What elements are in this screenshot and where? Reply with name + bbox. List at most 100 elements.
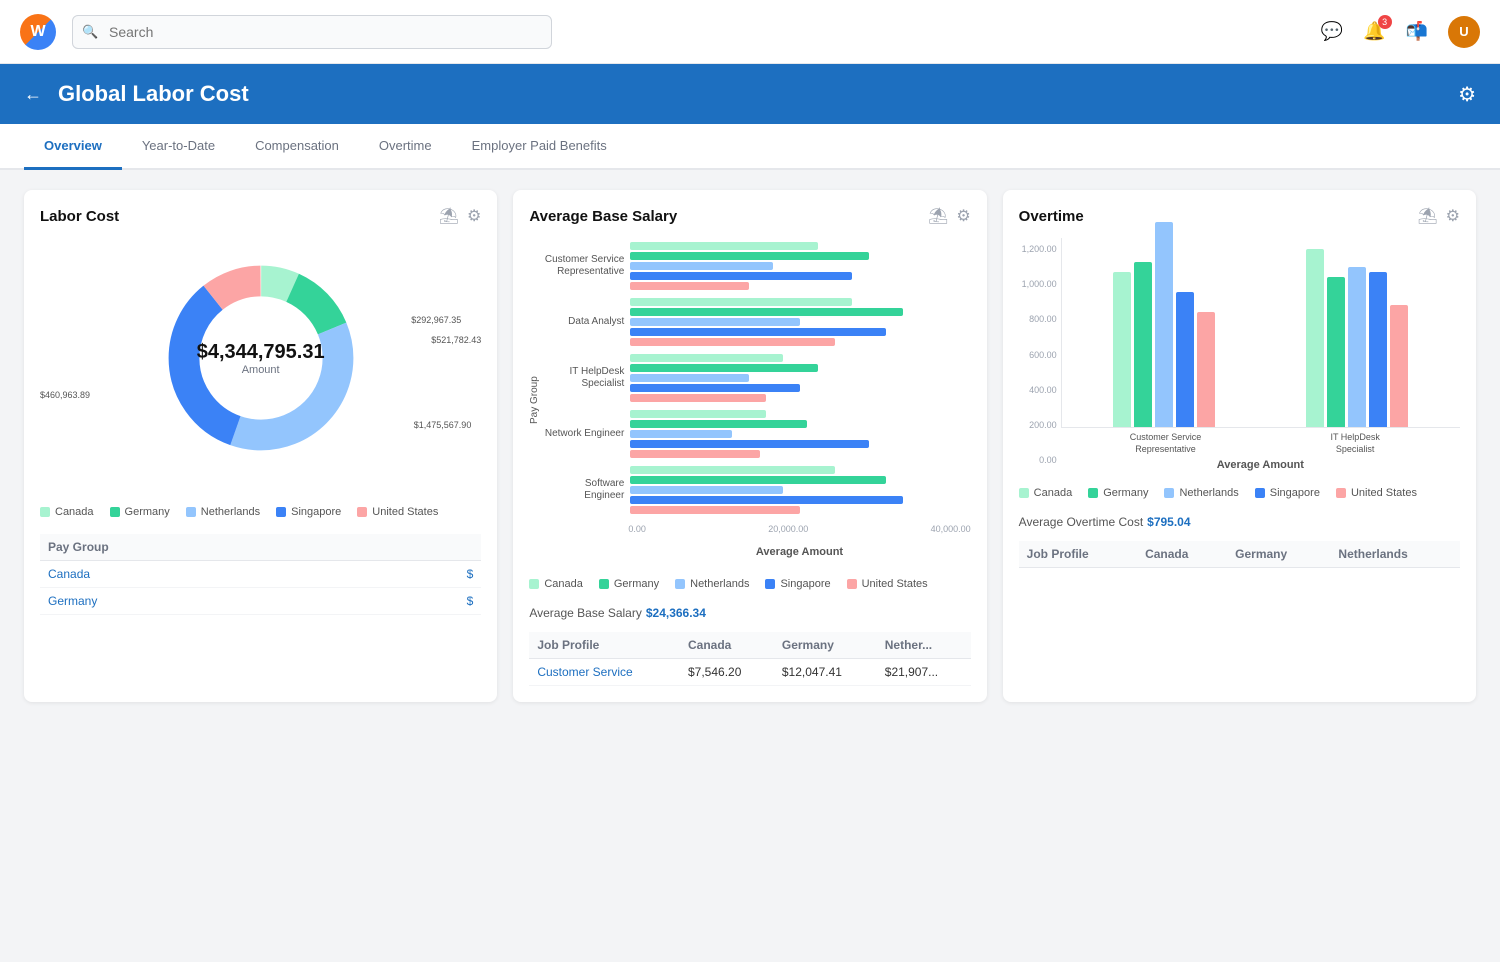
legend-label-canada: Canada xyxy=(55,506,94,518)
page-title: Global Labor Cost xyxy=(58,81,1442,107)
hbar-se-us xyxy=(630,506,800,514)
tab-overtime[interactable]: Overtime xyxy=(359,124,452,170)
hbar-it-nl xyxy=(630,374,749,382)
ll-germany-ot: Germany xyxy=(1103,487,1148,499)
hbar-da-canada xyxy=(630,298,851,306)
labor-cost-header: Labor Cost ⛱ ⚙ xyxy=(40,206,481,226)
search-bar[interactable]: 🔍 xyxy=(72,15,552,49)
avg-salary-actions: ⛱ ⚙ xyxy=(928,206,971,226)
hbar-ne-germany xyxy=(630,420,807,428)
donut-chart-wrap: $4,344,795.31 Amount xyxy=(141,238,381,478)
row-germany-val: $ xyxy=(381,588,482,615)
top-nav: W 🔍 💬 🔔 3 📬 U xyxy=(0,0,1500,64)
ld-germany-sal xyxy=(599,579,609,589)
overtime-stat-value: $795.04 xyxy=(1147,515,1190,529)
row-germany[interactable]: Germany xyxy=(40,588,381,615)
notification-badge: 3 xyxy=(1378,15,1392,29)
hbar-ne-canada xyxy=(630,410,766,418)
search-input[interactable] xyxy=(72,15,552,49)
hbar-ne-nl xyxy=(630,430,732,438)
overtime-stat: Average Overtime Cost $795.04 xyxy=(1019,515,1460,529)
vbar-label-it: IT HelpDesk Specialist xyxy=(1310,432,1400,455)
header-settings-icon[interactable]: ⚙ xyxy=(1458,82,1476,107)
legend-dot-netherlands xyxy=(186,507,196,517)
overtime-header: Overtime ⛱ ⚙ xyxy=(1019,206,1460,226)
table-header-paygroup: Pay Group xyxy=(40,534,381,561)
hbar-chart-area: Pay Group Customer Service Representativ… xyxy=(529,238,970,562)
search-icon: 🔍 xyxy=(82,24,98,40)
hbar-chart: Customer Service Representative Data Ana… xyxy=(544,238,970,562)
vbar-it-germany xyxy=(1327,277,1345,427)
vbar-csr-germany xyxy=(1134,262,1152,427)
td-cust-profile[interactable]: Customer Service xyxy=(529,659,680,686)
vbar-x-labels: Customer Service Representative IT HelpD… xyxy=(1061,432,1460,455)
hbar-label-it: IT HelpDesk Specialist xyxy=(544,366,624,390)
y-axis-label-overtime: 1,200.00 1,000.00 800.00 600.00 400.00 2… xyxy=(1019,238,1057,471)
legend-label-netherlands: Netherlands xyxy=(201,506,260,518)
hbar-row-it: IT HelpDesk Specialist xyxy=(544,354,970,402)
tab-compensation[interactable]: Compensation xyxy=(235,124,359,170)
tab-overview[interactable]: Overview xyxy=(24,124,122,170)
inbox-icon[interactable]: 📬 xyxy=(1406,21,1428,42)
hbar-ne-us xyxy=(630,450,759,458)
overtime-x-axis-label: Average Amount xyxy=(1061,459,1460,471)
settings-icon-salary[interactable]: ⚙ xyxy=(956,206,970,226)
hbar-se-germany xyxy=(630,476,885,484)
vbar-csr-canada xyxy=(1113,272,1131,427)
tab-year-to-date[interactable]: Year-to-Date xyxy=(122,124,235,170)
hbar-it-canada xyxy=(630,354,783,362)
legend-singapore: Singapore xyxy=(276,506,341,518)
hbar-da-sg xyxy=(630,328,885,336)
filter-icon[interactable]: ⛱ xyxy=(439,206,459,226)
avg-salary-stat-label: Average Base Salary xyxy=(529,606,642,620)
ot-th-canada: Canada xyxy=(1137,541,1227,568)
legend-dot-us xyxy=(357,507,367,517)
row-canada[interactable]: Canada xyxy=(40,561,381,588)
hbar-se-nl xyxy=(630,486,783,494)
legend-nl-ot: Netherlands xyxy=(1164,487,1238,499)
main-content: Labor Cost ⛱ ⚙ $4,344,795.31 Amount xyxy=(0,170,1500,722)
td-cust-nether: $21,907... xyxy=(877,659,971,686)
filter-icon-overtime[interactable]: ⛱ xyxy=(1417,206,1437,226)
settings-icon-overtime[interactable]: ⚙ xyxy=(1446,206,1460,226)
tab-employer-paid-benefits[interactable]: Employer Paid Benefits xyxy=(452,124,627,170)
td-cust-canada: $7,546.20 xyxy=(680,659,774,686)
back-button[interactable]: ← xyxy=(24,84,42,105)
hbar-it-germany xyxy=(630,364,817,372)
donut-center: $4,344,795.31 Amount xyxy=(197,341,325,376)
hbar-csr-nl xyxy=(630,262,773,270)
hbar-it-sg xyxy=(630,384,800,392)
ld-canada-sal xyxy=(529,579,539,589)
ld-nl-ot xyxy=(1164,488,1174,498)
td-cust-germany: $12,047.41 xyxy=(774,659,877,686)
legend-sg-ot: Singapore xyxy=(1255,487,1320,499)
avatar[interactable]: U xyxy=(1448,16,1480,48)
labor-cost-table: Pay Group Canada $ Germany $ xyxy=(40,534,481,615)
donut-amount: $4,344,795.31 xyxy=(197,341,325,364)
hbar-se-sg xyxy=(630,496,902,504)
legend-label-germany: Germany xyxy=(125,506,170,518)
seg-label-sg: $1,475,567.90 xyxy=(414,420,472,430)
filter-icon-salary[interactable]: ⛱ xyxy=(928,206,948,226)
ll-us-sal: United States xyxy=(862,578,928,590)
ld-sg-ot xyxy=(1255,488,1265,498)
hbar-label-ne: Network Engineer xyxy=(544,428,624,440)
x-axis-label: Average Amount xyxy=(628,546,970,558)
table-row: Canada $ xyxy=(40,561,481,588)
legend-netherlands: Netherlands xyxy=(186,506,260,518)
th-germany: Germany xyxy=(774,632,877,659)
chat-icon[interactable]: 💬 xyxy=(1321,21,1343,42)
settings-icon-labor[interactable]: ⚙ xyxy=(467,206,481,226)
th-canada: Canada xyxy=(680,632,774,659)
hbar-it-us xyxy=(630,394,766,402)
vbar-chart xyxy=(1061,238,1460,428)
hbar-da-germany xyxy=(630,308,902,316)
legend-dot-canada xyxy=(40,507,50,517)
avg-base-salary-card: Average Base Salary ⛱ ⚙ Pay Group Custom… xyxy=(513,190,986,702)
hbar-group-se xyxy=(630,466,970,514)
ld-us-ot xyxy=(1336,488,1346,498)
avg-salary-table: Job Profile Canada Germany Nether... Cus… xyxy=(529,632,970,686)
bell-icon[interactable]: 🔔 3 xyxy=(1363,21,1385,42)
hbar-csr-canada xyxy=(630,242,817,250)
hbar-row-ne: Network Engineer xyxy=(544,410,970,458)
